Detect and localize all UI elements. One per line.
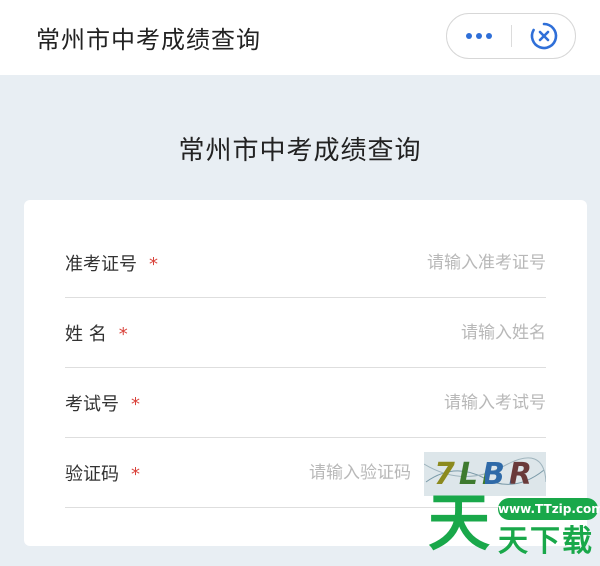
field-label-text: 验证码 bbox=[65, 463, 119, 485]
more-dots-icon bbox=[466, 33, 492, 39]
close-circle-icon bbox=[530, 22, 558, 50]
field-label: 考试号 * bbox=[65, 390, 140, 416]
form-row-exam-ticket: 准考证号 * bbox=[65, 228, 546, 298]
captcha-input[interactable] bbox=[211, 456, 411, 490]
page-title: 常州市中考成绩查询 bbox=[178, 136, 422, 166]
watermark-text: 天下载 bbox=[498, 524, 594, 559]
name-input[interactable] bbox=[286, 316, 546, 350]
form-row-name: 姓 名 * bbox=[65, 298, 546, 368]
required-mark: * bbox=[131, 463, 140, 485]
watermark-url: www.TTzip.com bbox=[498, 498, 600, 520]
mini-program-capsule bbox=[446, 13, 576, 59]
required-mark: * bbox=[131, 393, 140, 415]
field-label: 姓 名 * bbox=[65, 320, 128, 346]
form-row-exam-number: 考试号 * bbox=[65, 368, 546, 438]
more-button[interactable] bbox=[447, 14, 511, 58]
required-mark: * bbox=[118, 323, 128, 345]
site-watermark: 天 www.TTzip.com 天下载 bbox=[428, 488, 600, 566]
watermark-big-char: 天 bbox=[428, 486, 491, 559]
exam-number-input[interactable] bbox=[286, 386, 546, 420]
field-label-text: 姓 名 bbox=[65, 323, 107, 345]
field-label: 验证码 * bbox=[65, 460, 140, 486]
nav-title: 常州市中考成绩查询 bbox=[36, 26, 261, 54]
field-label-text: 考试号 bbox=[65, 393, 119, 415]
exam-ticket-input[interactable] bbox=[286, 246, 546, 280]
field-label-text: 准考证号 bbox=[65, 253, 137, 275]
navigation-bar: 常州市中考成绩查询 bbox=[0, 0, 600, 75]
required-mark: * bbox=[149, 253, 158, 275]
close-button[interactable] bbox=[512, 14, 576, 58]
field-label: 准考证号 * bbox=[65, 250, 158, 276]
